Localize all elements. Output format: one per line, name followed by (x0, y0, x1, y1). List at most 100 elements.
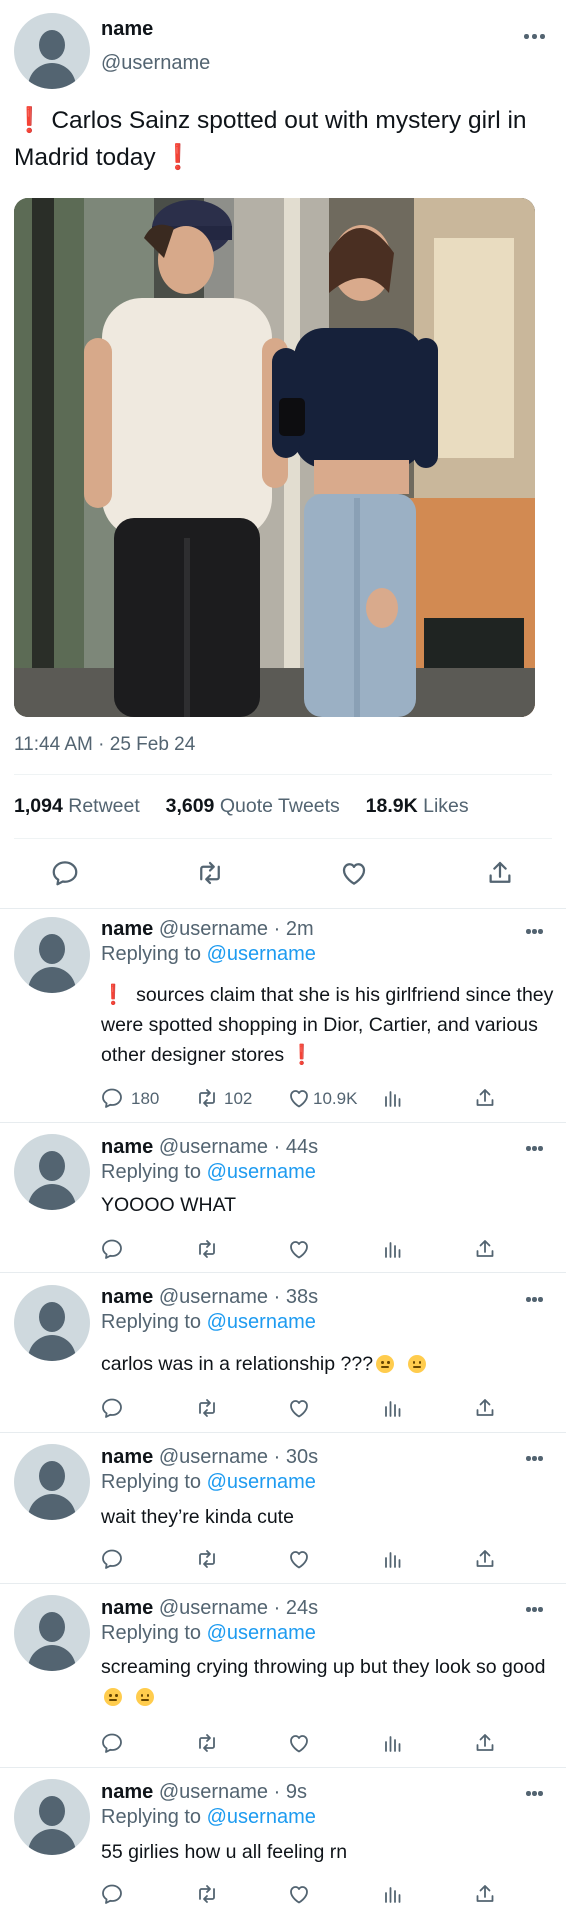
reply-handle-time[interactable]: @username · 9s (159, 1781, 307, 1803)
reply-icon[interactable] (50, 858, 80, 888)
reply-icon[interactable] (100, 1547, 124, 1571)
share-icon[interactable] (473, 1396, 497, 1420)
avatar-head-shape (39, 30, 65, 60)
replying-to-handle[interactable]: @username (207, 943, 316, 965)
analytics-icon[interactable] (381, 1396, 405, 1420)
retweet-icon[interactable] (195, 1396, 219, 1420)
share-icon[interactable] (473, 1237, 497, 1261)
grinning-face-icon (376, 1355, 395, 1373)
avatar[interactable] (14, 917, 90, 993)
avatar[interactable] (14, 13, 90, 89)
like-icon[interactable] (287, 1086, 311, 1110)
more-icon[interactable] (526, 1296, 550, 1304)
tweet-text-body: Carlos Sainz spotted out with mystery gi… (14, 107, 527, 171)
tweet-stats: 1,094 Retweet 3,609 Quote Tweets 18.9K L… (14, 795, 469, 818)
analytics-icon[interactable] (381, 1086, 405, 1110)
persevering-face-icon (135, 1688, 154, 1706)
replying-to-label: Replying to (101, 1622, 207, 1644)
reply-handle-time[interactable]: @username · 24s (159, 1597, 318, 1619)
more-icon[interactable] (526, 1145, 550, 1153)
alert-emoji: ❗ (14, 107, 45, 134)
like-stat[interactable]: 18.9K Likes (366, 795, 469, 817)
retweet-icon[interactable] (195, 1237, 219, 1261)
reply-handle-time[interactable]: @username · 2m (159, 918, 314, 940)
share-icon[interactable] (473, 1882, 497, 1906)
more-icon[interactable] (526, 1455, 550, 1463)
divider (0, 1583, 566, 1584)
replying-to-handle[interactable]: @username (207, 1161, 316, 1183)
retweet-icon[interactable] (195, 1547, 219, 1571)
quote-stat[interactable]: 3,609 Quote Tweets (166, 795, 340, 817)
avatar[interactable] (14, 1134, 90, 1210)
divider (0, 908, 566, 909)
avatar[interactable] (14, 1595, 90, 1671)
retweet-icon[interactable] (195, 1086, 219, 1110)
replying-to-handle[interactable]: @username (207, 1471, 316, 1493)
reply-author-name[interactable]: name (101, 1136, 153, 1158)
share-icon[interactable] (473, 1547, 497, 1571)
divider (14, 838, 552, 839)
reply-handle-time[interactable]: @username · 44s (159, 1136, 318, 1158)
reply-icon[interactable] (100, 1396, 124, 1420)
reply-icon[interactable] (100, 1237, 124, 1261)
avatar[interactable] (14, 1285, 90, 1361)
retweet-count: 1,094 (14, 795, 63, 817)
analytics-icon[interactable] (381, 1731, 405, 1755)
replying-to-handle[interactable]: @username (207, 1311, 316, 1333)
retweet-icon[interactable] (195, 1731, 219, 1755)
like-icon[interactable] (287, 1547, 311, 1571)
reply-header: name @username · 30s (101, 1446, 318, 1469)
photo-of-two-people-walking (14, 198, 535, 717)
reply-text: carlos was in a relationship ??? (101, 1349, 556, 1379)
retweet-stat[interactable]: 1,094 Retweet (14, 795, 140, 817)
reply-header: name @username · 2m (101, 918, 314, 941)
divider (14, 774, 552, 775)
reply-handle-time[interactable]: @username · 30s (159, 1446, 318, 1468)
like-icon[interactable] (287, 1882, 311, 1906)
reply-icon[interactable] (100, 1882, 124, 1906)
reply-author-name[interactable]: name (101, 918, 153, 940)
like-count: 18.9K (365, 795, 418, 817)
like-stat-label: Likes (417, 795, 469, 817)
replying-to-handle[interactable]: @username (207, 1806, 316, 1828)
reply-author-name[interactable]: name (101, 1597, 153, 1619)
retweet-icon[interactable] (195, 858, 225, 888)
replying-to-handle[interactable]: @username (207, 1622, 316, 1644)
analytics-icon[interactable] (381, 1547, 405, 1571)
reply-author-name[interactable]: name (101, 1446, 153, 1468)
like-count: 10.9K (313, 1089, 358, 1108)
reply-author-name[interactable]: name (101, 1781, 153, 1803)
grinning-face-icon (407, 1355, 426, 1373)
reply-text-body: screaming crying throwing up but they lo… (101, 1656, 546, 1678)
retweet-icon[interactable] (195, 1882, 219, 1906)
more-icon[interactable] (526, 928, 550, 936)
analytics-icon[interactable] (381, 1882, 405, 1906)
replying-to-label: Replying to (101, 1806, 207, 1828)
share-icon[interactable] (473, 1731, 497, 1755)
share-icon[interactable] (473, 1086, 497, 1110)
avatar[interactable] (14, 1444, 90, 1520)
more-icon[interactable] (526, 1606, 550, 1614)
replying-to: Replying to @username (101, 1161, 316, 1184)
tweet-timestamp[interactable]: 11:44 AM · 25 Feb 24 (14, 734, 195, 756)
reply-icon[interactable] (100, 1086, 124, 1110)
like-icon[interactable] (287, 1396, 311, 1420)
author-name[interactable]: name (101, 18, 153, 41)
like-icon[interactable] (339, 858, 369, 888)
avatar[interactable] (14, 1779, 90, 1855)
share-icon[interactable] (485, 858, 515, 888)
reply-author-name[interactable]: name (101, 1286, 153, 1308)
reply-handle-time[interactable]: @username · 38s (159, 1286, 318, 1308)
more-icon[interactable] (526, 1790, 550, 1798)
divider (0, 1122, 566, 1123)
like-icon[interactable] (287, 1237, 311, 1261)
like-icon[interactable] (287, 1731, 311, 1755)
persevering-face-icon (104, 1688, 122, 1706)
reply-icon[interactable] (100, 1731, 124, 1755)
quote-stat-label: Quote Tweets (214, 795, 340, 817)
author-handle[interactable]: @username (101, 52, 210, 75)
avatar-body-shape (28, 63, 76, 89)
more-icon[interactable] (524, 33, 548, 41)
analytics-icon[interactable] (381, 1237, 405, 1261)
tweet-photo[interactable] (14, 198, 535, 717)
